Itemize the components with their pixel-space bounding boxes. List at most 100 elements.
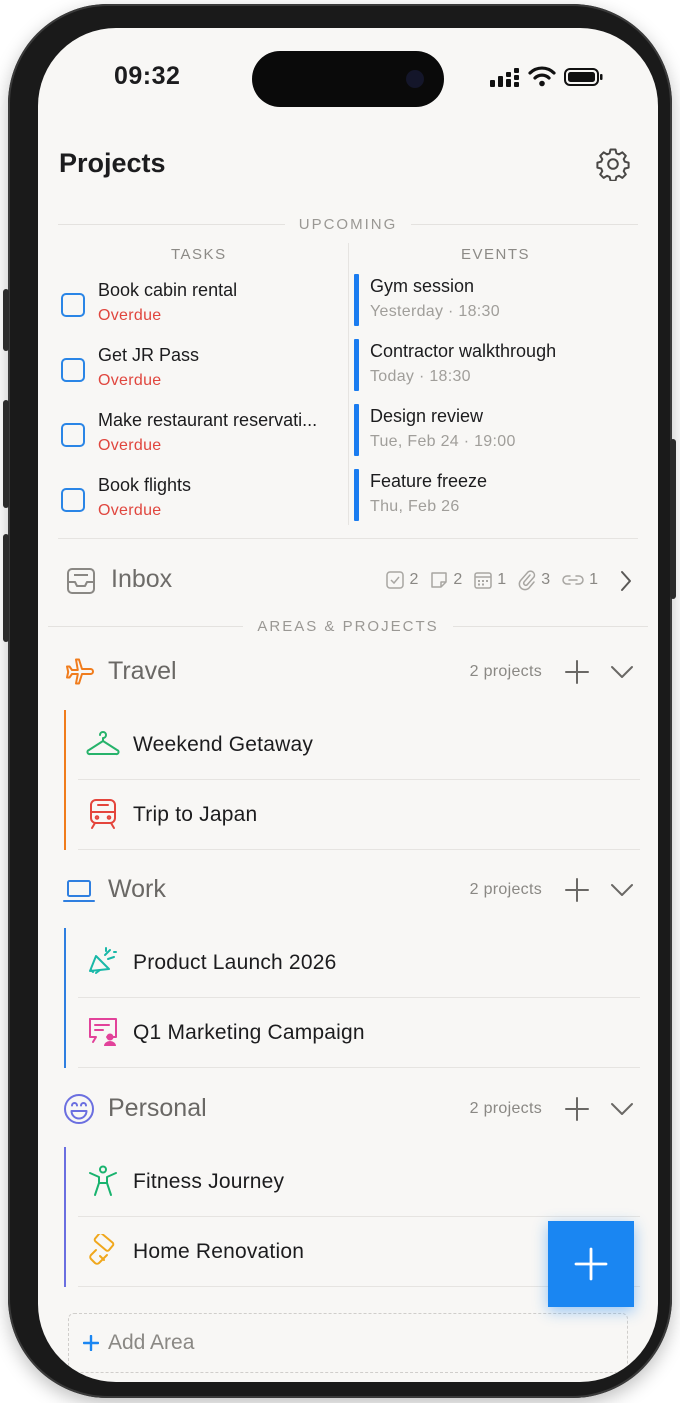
area-row-travel[interactable]: Travel 2 projects	[62, 651, 634, 695]
add-project-icon[interactable]	[564, 659, 590, 685]
paint-roller-icon	[89, 1234, 115, 1265]
event-item[interactable]: Gym session Yesterday · 18:30	[354, 274, 644, 326]
upcoming-label: UPCOMING	[298, 215, 398, 233]
area-row-work[interactable]: Work 2 projects	[62, 869, 634, 913]
chevron-right-icon	[621, 571, 631, 591]
event-color-bar	[354, 339, 359, 391]
phone-frame: 09:32 Projects UPCOMING TASKS EVENTS Boo…	[3, 4, 676, 1398]
add-project-icon[interactable]	[564, 1096, 590, 1122]
events-header: EVENTS	[461, 246, 531, 263]
column-divider	[348, 243, 349, 525]
action-button	[3, 289, 9, 351]
project-name: Fitness Journey	[133, 1170, 285, 1193]
event-title: Contractor walkthrough	[370, 341, 557, 361]
wifi-icon	[528, 66, 556, 87]
cellular-signal-icon	[490, 67, 519, 87]
presentation-icon	[89, 1018, 117, 1046]
task-item[interactable]: Book flights Overdue	[61, 473, 341, 523]
task-checkbox[interactable]	[61, 488, 85, 512]
task-status: Overdue	[98, 437, 162, 454]
volume-down-button	[3, 534, 9, 642]
event-color-bar	[354, 469, 359, 521]
airplane-icon	[66, 658, 94, 685]
event-time: Tue, Feb 24 · 19:00	[370, 433, 516, 450]
hanger-icon	[86, 731, 120, 756]
task-checkbox[interactable]	[61, 423, 85, 447]
laptop-icon	[63, 880, 95, 902]
note-icon	[431, 572, 448, 588]
task-title: Book cabin rental	[98, 280, 238, 300]
project-item[interactable]: Q1 Marketing Campaign	[78, 998, 640, 1068]
checkbox-icon	[386, 571, 405, 589]
link-icon	[562, 575, 584, 585]
inbox-file-count: 3	[541, 571, 551, 588]
inbox-tray-icon	[67, 568, 95, 594]
event-title: Gym session	[370, 276, 475, 296]
event-item[interactable]: Design review Tue, Feb 24 · 19:00	[354, 404, 644, 456]
chevron-down-icon[interactable]	[610, 879, 634, 901]
area-project-count: 2 projects	[469, 1100, 542, 1117]
task-checkbox[interactable]	[61, 358, 85, 382]
calendar-icon	[474, 572, 493, 589]
project-item[interactable]: Fitness Journey	[78, 1147, 640, 1217]
stretching-person-icon	[89, 1165, 117, 1196]
status-icons	[490, 66, 604, 87]
app-screen: 09:32 Projects UPCOMING TASKS EVENTS Boo…	[38, 28, 658, 1382]
inbox-counts: 2 2 1 3 1	[385, 569, 598, 591]
project-item[interactable]: Product Launch 2026	[78, 928, 640, 998]
power-button	[670, 439, 676, 599]
areas-divider: AREAS & PROJECTS	[48, 616, 648, 636]
area-name: Personal	[108, 1094, 207, 1122]
battery-icon	[564, 67, 603, 86]
task-title: Make restaurant reservati...	[98, 410, 318, 430]
area-name: Travel	[108, 657, 177, 685]
add-area-button[interactable]: Add Area	[68, 1313, 628, 1373]
section-divider	[58, 538, 638, 539]
project-item[interactable]: Trip to Japan	[78, 780, 640, 850]
volume-up-button	[3, 400, 9, 508]
inbox-row[interactable]: Inbox 2 2 1 3 1	[64, 560, 634, 600]
task-status: Overdue	[98, 307, 162, 324]
event-title: Feature freeze	[370, 471, 488, 491]
project-name: Q1 Marketing Campaign	[133, 1021, 365, 1044]
status-time: 09:32	[114, 62, 181, 90]
task-item[interactable]: Make restaurant reservati... Overdue	[61, 408, 341, 458]
page-title: Projects	[59, 148, 166, 178]
project-name: Trip to Japan	[133, 803, 258, 826]
event-title: Design review	[370, 406, 484, 426]
project-name: Weekend Getaway	[133, 733, 314, 756]
event-item[interactable]: Contractor walkthrough Today · 18:30	[354, 339, 644, 391]
tasks-header: TASKS	[171, 246, 227, 263]
task-checkbox[interactable]	[61, 293, 85, 317]
area-project-list: Product Launch 2026 Q1 Marketing Campaig…	[64, 928, 640, 1068]
task-title: Book flights	[98, 475, 192, 495]
event-color-bar	[354, 404, 359, 456]
new-item-fab[interactable]	[548, 1221, 634, 1307]
area-row-personal[interactable]: Personal 2 projects	[62, 1088, 634, 1132]
chevron-down-icon[interactable]	[610, 661, 634, 683]
area-project-count: 2 projects	[469, 881, 542, 898]
event-color-bar	[354, 274, 359, 326]
upcoming-divider: UPCOMING	[58, 214, 638, 234]
event-time: Today · 18:30	[370, 368, 471, 385]
project-name: Home Renovation	[133, 1240, 305, 1263]
megaphone-icon	[89, 947, 117, 974]
task-item[interactable]: Get JR Pass Overdue	[61, 343, 341, 393]
project-name: Product Launch 2026	[133, 951, 337, 974]
event-item[interactable]: Feature freeze Thu, Feb 26	[354, 469, 644, 521]
task-status: Overdue	[98, 502, 162, 519]
add-project-icon[interactable]	[564, 877, 590, 903]
gear-icon[interactable]	[596, 147, 630, 181]
task-item[interactable]: Book cabin rental Overdue	[61, 278, 341, 328]
event-time: Yesterday · 18:30	[370, 303, 500, 320]
task-title: Get JR Pass	[98, 345, 200, 365]
chevron-down-icon[interactable]	[610, 1098, 634, 1120]
paperclip-icon	[518, 570, 536, 591]
area-project-count: 2 projects	[469, 663, 542, 680]
inbox-event-count: 1	[497, 571, 507, 588]
project-item[interactable]: Weekend Getaway	[78, 710, 640, 780]
inbox-link-count: 1	[589, 571, 598, 588]
smiley-icon	[64, 1094, 94, 1124]
train-icon	[90, 799, 116, 829]
plus-icon	[574, 1247, 608, 1281]
